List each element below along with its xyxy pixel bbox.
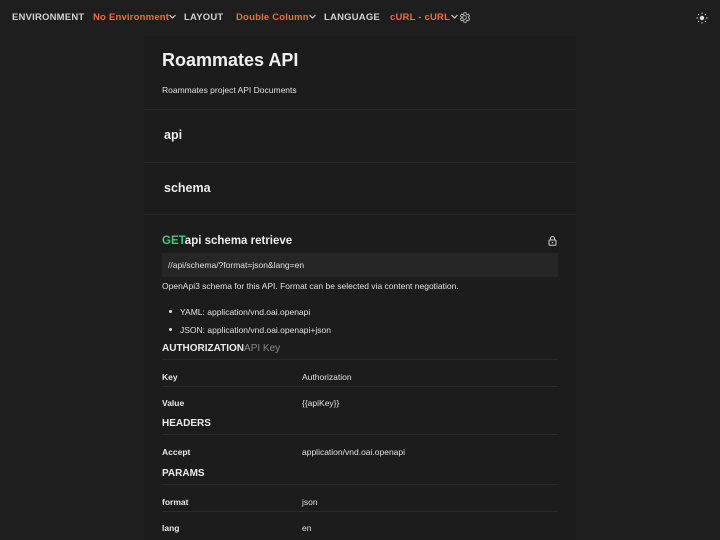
sun-icon[interactable] (696, 12, 708, 24)
request-url-box[interactable]: //api/schema/?format=json&lang=en (162, 253, 558, 277)
param-key-format: format (162, 497, 189, 507)
headers-heading: HEADERS (162, 418, 211, 429)
chevron-down-icon[interactable] (308, 12, 317, 21)
param-value-format: json (302, 497, 318, 507)
layout-select[interactable]: Double Column (236, 12, 309, 23)
folder-schema[interactable]: schema (164, 181, 211, 195)
param-value-lang: en (302, 523, 312, 533)
divider (144, 109, 576, 110)
params-heading: PARAMS (162, 468, 205, 479)
lock-icon (547, 235, 558, 246)
param-key-lang: lang (162, 523, 180, 533)
page-subtitle: Roammates project API Documents (162, 85, 297, 95)
gear-icon[interactable] (458, 11, 471, 24)
auth-key-label: Key (162, 372, 178, 382)
auth-value-label: Value (162, 398, 185, 408)
environment-select[interactable]: No Environment (93, 12, 169, 23)
divider (162, 386, 558, 387)
page-title: Roammates API (162, 50, 299, 70)
authorization-heading: AUTHORIZATIONAPI Key (162, 343, 281, 354)
divider (162, 434, 558, 435)
folder-api[interactable]: api (164, 128, 182, 142)
divider (144, 162, 576, 163)
request-url: //api/schema/?format=json&lang=en (168, 260, 305, 270)
language-label: LANGUAGE (324, 12, 380, 23)
request-heading[interactable]: GETapi schema retrieve (162, 235, 292, 247)
divider (144, 214, 576, 215)
header-value: application/vnd.oai.openapi (302, 447, 406, 457)
layout-label: LAYOUT (184, 12, 224, 23)
list-item: JSON: application/vnd.oai.openapi+json (169, 325, 331, 335)
header-key: Accept (162, 447, 191, 457)
auth-value-value: {{apiKey}} (302, 398, 340, 408)
list-item: YAML: application/vnd.oai.openapi (168, 307, 310, 317)
language-select[interactable]: cURL - cURL (390, 12, 450, 23)
divider (162, 359, 558, 360)
auth-key-value: Authorization (302, 372, 352, 382)
divider (162, 484, 558, 485)
request-method: GET (162, 235, 185, 247)
request-description: OpenApi3 schema for this API. Format can… (162, 281, 459, 291)
top-bar: ENVIRONMENT No Environment LAYOUT Double… (0, 0, 720, 36)
chevron-down-icon[interactable] (168, 12, 177, 21)
documentation-panel: Roammates API Roammates project API Docu… (144, 36, 576, 540)
divider (162, 511, 558, 512)
request-name: api schema retrieve (184, 235, 293, 247)
environment-label: ENVIRONMENT (12, 12, 85, 23)
authorization-type: API Key (244, 343, 281, 354)
